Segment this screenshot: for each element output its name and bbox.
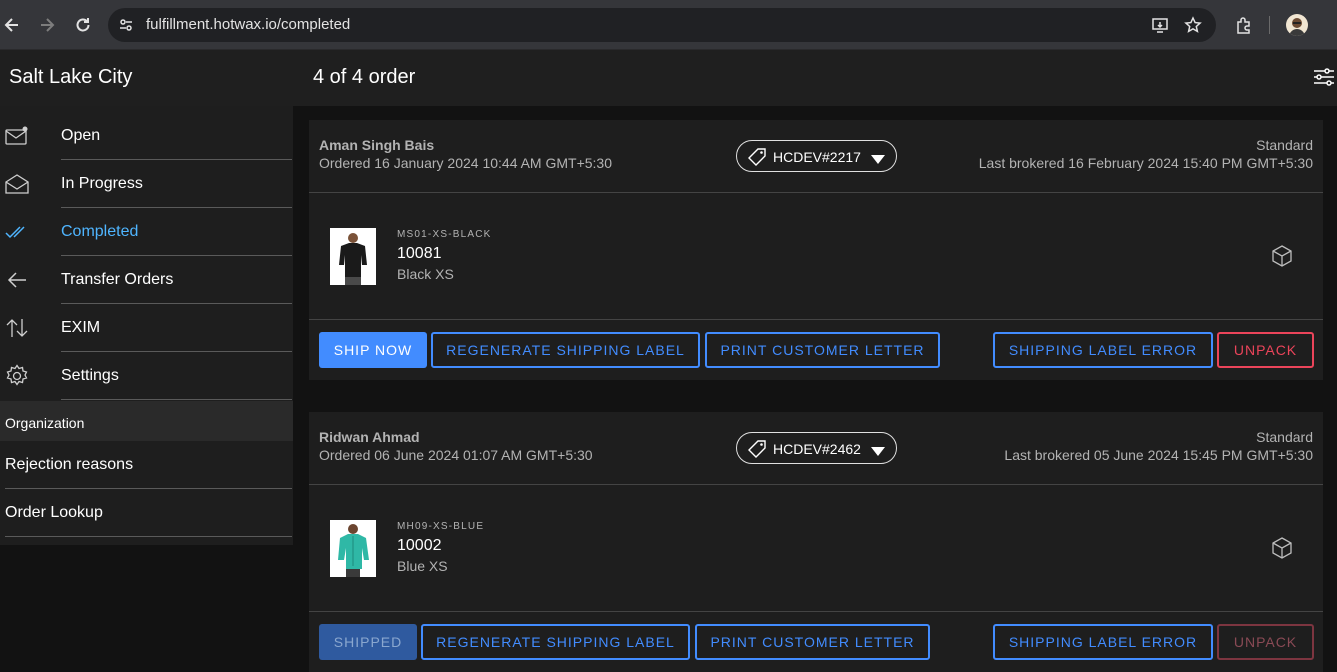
product-variant: Black XS	[397, 266, 454, 282]
store-name: Salt Lake City	[9, 66, 133, 88]
regenerate-shipping-label-button[interactable]: REGENERATE SHIPPING LABEL	[431, 332, 700, 368]
order-id-chip[interactable]: HCDEV#2462	[736, 432, 897, 464]
regenerate-shipping-label-button[interactable]: REGENERATE SHIPPING LABEL	[421, 624, 690, 660]
ship-now-button[interactable]: SHIP NOW	[319, 332, 427, 368]
organization-menu: Rejection reasons Order Lookup	[0, 441, 293, 545]
sidebar: Open In Progress Completed Transfer Orde…	[0, 106, 293, 672]
pricetag-icon	[747, 439, 767, 459]
pricetag-icon	[747, 147, 767, 167]
page-title: 4 of 4 order	[313, 66, 416, 88]
product-variant: Blue XS	[397, 558, 448, 574]
order-card: Ridwan Ahmad Ordered 06 June 2024 01:07 …	[309, 412, 1323, 672]
settings-gear-icon	[5, 364, 29, 388]
order-date: Ordered 16 January 2024 10:44 AM GMT+5:3…	[319, 155, 613, 171]
sidebar-item-settings[interactable]: Settings	[0, 352, 293, 400]
sidebar-item-label: Rejection reasons	[5, 456, 134, 473]
order-card: Aman Singh Bais Ordered 16 January 2024 …	[309, 120, 1323, 380]
sidebar-item-rejection-reasons[interactable]: Rejection reasons	[0, 441, 293, 489]
checkmark-done-icon	[5, 220, 29, 244]
sidebar-item-label: Open	[61, 127, 101, 144]
install-app-icon[interactable]	[1150, 15, 1170, 35]
sidebar-item-open[interactable]: Open	[0, 112, 293, 160]
order-item: MS01-XS-BLACK 10081 Black XS	[309, 193, 1323, 320]
product-id: 10002	[397, 537, 442, 554]
mail-unread-icon	[5, 124, 29, 148]
product-id: 10081	[397, 245, 442, 262]
arrow-back-icon	[5, 268, 29, 292]
sidebar-item-label: Settings	[61, 367, 119, 384]
customer-name: Aman Singh Bais	[319, 137, 435, 153]
sidebar-header: Salt Lake City	[0, 50, 293, 106]
cube-icon[interactable]	[1271, 245, 1293, 267]
browser-toolbar: fulfillment.hotwax.io/completed	[0, 0, 1337, 50]
unpack-button[interactable]: UNPACK	[1217, 332, 1314, 368]
sidebar-item-order-lookup[interactable]: Order Lookup	[0, 489, 293, 537]
product-sku: MS01-XS-BLACK	[397, 229, 492, 240]
sidebar-item-transfer-orders[interactable]: Transfer Orders	[0, 256, 293, 304]
product-image	[330, 520, 376, 577]
order-actions: SHIP NOW REGENERATE SHIPPING LABEL PRINT…	[309, 320, 1323, 380]
sidebar-menu: Open In Progress Completed Transfer Orde…	[0, 106, 293, 401]
url-text[interactable]: fulfillment.hotwax.io/completed	[146, 16, 350, 33]
shipped-button[interactable]: SHIPPED	[319, 624, 417, 660]
bookmark-star-icon[interactable]	[1183, 15, 1203, 35]
swap-vertical-icon	[5, 316, 29, 340]
sidebar-item-label: Completed	[61, 223, 139, 240]
site-info-icon[interactable]	[116, 15, 136, 35]
brokered-date: Last brokered 05 June 2024 15:45 PM GMT+…	[1004, 447, 1313, 463]
extensions-icon[interactable]	[1232, 13, 1256, 37]
sidebar-item-label: Transfer Orders	[61, 271, 174, 288]
divider	[61, 399, 292, 400]
filter-options-icon[interactable]	[1313, 66, 1335, 88]
divider	[5, 536, 292, 537]
shipping-method: Standard	[1256, 137, 1313, 153]
forward-arrow-icon[interactable]	[35, 13, 59, 37]
organization-header: Organization	[0, 401, 293, 441]
customer-name: Ridwan Ahmad	[319, 429, 420, 445]
sidebar-item-completed[interactable]: Completed	[0, 208, 293, 256]
order-actions: SHIPPED REGENERATE SHIPPING LABEL PRINT …	[309, 612, 1323, 672]
print-customer-letter-button[interactable]: PRINT CUSTOMER LETTER	[705, 332, 940, 368]
main-header: 4 of 4 order	[293, 50, 1337, 106]
sidebar-item-exim[interactable]: EXIM	[0, 304, 293, 352]
sidebar-item-label: In Progress	[61, 175, 143, 192]
caret-down-icon	[871, 152, 885, 164]
order-item: MH09-XS-BLUE 10002 Blue XS	[309, 485, 1323, 612]
shipping-method: Standard	[1256, 429, 1313, 445]
cube-icon[interactable]	[1271, 537, 1293, 559]
order-id: HCDEV#2217	[773, 149, 861, 165]
brokered-date: Last brokered 16 February 2024 15:40 PM …	[978, 155, 1313, 171]
fulfillment-app: Salt Lake City 4 of 4 order Open In Prog…	[0, 50, 1337, 672]
caret-down-icon	[871, 444, 885, 456]
product-image	[330, 228, 376, 285]
profile-avatar[interactable]	[1286, 14, 1308, 36]
orders-list: Aman Singh Bais Ordered 16 January 2024 …	[293, 106, 1337, 672]
sidebar-item-label: Order Lookup	[5, 504, 103, 521]
reload-icon[interactable]	[71, 13, 95, 37]
order-header: Ridwan Ahmad Ordered 06 June 2024 01:07 …	[309, 412, 1323, 485]
back-arrow-icon[interactable]	[0, 13, 24, 37]
address-bar[interactable]: fulfillment.hotwax.io/completed	[108, 8, 1216, 42]
order-date: Ordered 06 June 2024 01:07 AM GMT+5:30	[319, 447, 593, 463]
shipping-label-error-button[interactable]: SHIPPING LABEL ERROR	[993, 624, 1213, 660]
sidebar-item-in-progress[interactable]: In Progress	[0, 160, 293, 208]
order-id-chip[interactable]: HCDEV#2217	[736, 140, 897, 172]
organization-label: Organization	[5, 415, 85, 431]
shipping-label-error-button[interactable]: SHIPPING LABEL ERROR	[993, 332, 1213, 368]
toolbar-divider	[1269, 16, 1270, 34]
unpack-button[interactable]: UNPACK	[1217, 624, 1314, 660]
order-header: Aman Singh Bais Ordered 16 January 2024 …	[309, 120, 1323, 193]
order-id: HCDEV#2462	[773, 441, 861, 457]
mail-open-icon	[5, 172, 29, 196]
print-customer-letter-button[interactable]: PRINT CUSTOMER LETTER	[695, 624, 930, 660]
product-sku: MH09-XS-BLUE	[397, 521, 485, 532]
sidebar-item-label: EXIM	[61, 319, 101, 336]
